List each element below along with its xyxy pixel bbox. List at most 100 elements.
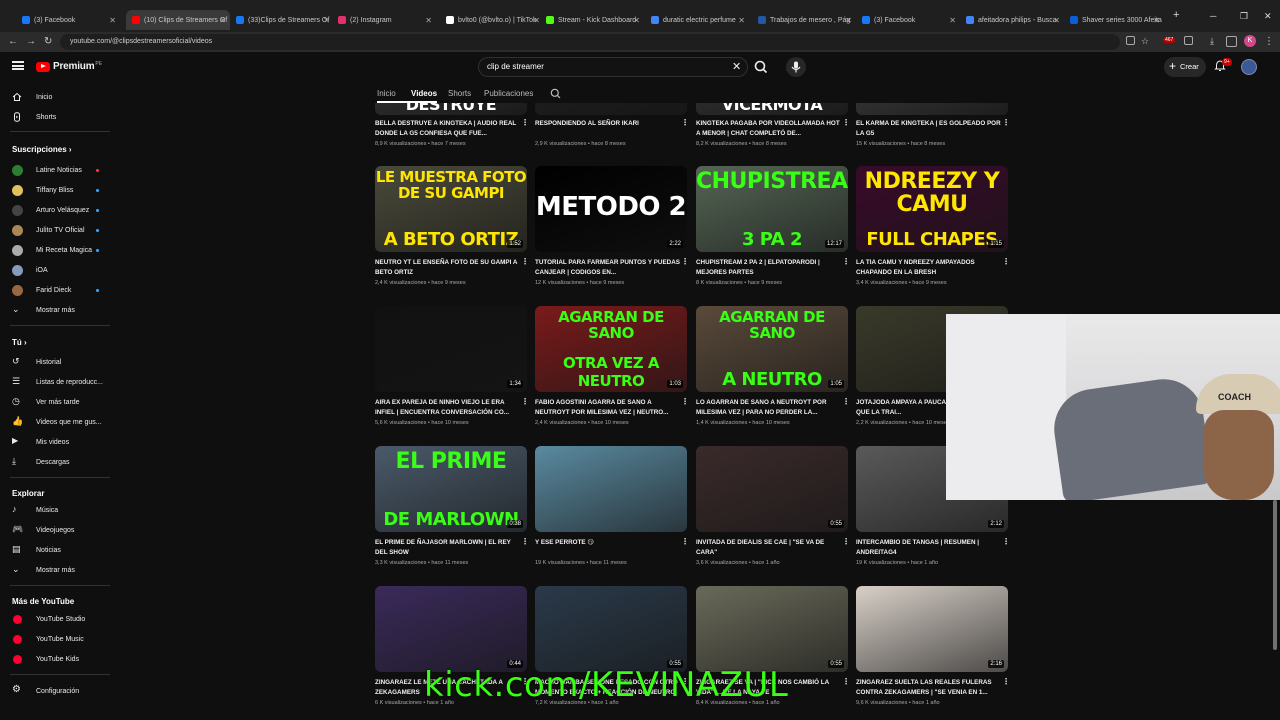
tab-close-icon[interactable]: ✕ xyxy=(633,16,640,25)
sidebar-item-subscription[interactable]: Arturo Velásquez xyxy=(0,201,118,219)
sidebar-item-subscription[interactable]: Julito TV Oficial xyxy=(0,221,118,239)
sidebar-item-gaming[interactable]: 🎮 Videojuegos xyxy=(0,521,118,539)
sidebar-show-more[interactable]: ⌄ Mostrar más xyxy=(0,561,118,579)
youtube-logo[interactable]: Premium PE xyxy=(36,61,102,72)
video-menu-icon[interactable]: ⋮ xyxy=(521,118,529,127)
video-title[interactable]: EL PRIME DE ÑAJASOR MARLOWN | EL REY DEL… xyxy=(375,538,521,557)
tab-close-icon[interactable]: ✕ xyxy=(425,16,432,25)
video-thumbnail[interactable]: NDREEZY Y CAMU FULL CHAPES 1:15 xyxy=(856,166,1008,252)
tab-shorts[interactable]: Shorts xyxy=(448,89,471,98)
video-menu-icon[interactable]: ⋮ xyxy=(681,397,689,406)
browser-tab[interactable]: Shaver series 3000 Afeita ✕ xyxy=(1064,10,1164,30)
sidepanel-icon[interactable] xyxy=(1226,36,1237,47)
video-title[interactable]: INTERCAMBIO DE TANGAS | RESUMEN | ANDREI… xyxy=(856,538,1002,557)
download-icon[interactable]: ⤓ xyxy=(1210,36,1214,47)
browser-menu-icon[interactable]: ⋮ xyxy=(1264,36,1274,47)
video-thumbnail[interactable] xyxy=(535,446,687,532)
sidebar-show-more[interactable]: ⌄ Mostrar más xyxy=(0,301,118,319)
video-title[interactable]: TUTORIAL PARA FARMEAR PUNTOS Y PUEDAS CA… xyxy=(535,258,681,277)
sidebar-item-liked[interactable]: 👍 Videos que me gus... xyxy=(0,413,118,431)
sidebar-item-subscription[interactable]: Tiffany Bliss xyxy=(0,181,118,199)
video-thumbnail[interactable]: AGARRAN DE SANO A NEUTRO 1:05 xyxy=(696,306,848,392)
video-menu-icon[interactable]: ⋮ xyxy=(521,537,529,546)
video-thumbnail[interactable]: LE MUESTRA FOTO DE SU GAMPI A BETO ORTIZ 1… xyxy=(375,166,527,252)
maximize-icon[interactable]: ❐ xyxy=(1240,11,1248,22)
tab-publicaciones[interactable]: Publicaciones xyxy=(484,89,533,98)
you-heading[interactable]: Tú › xyxy=(12,338,27,347)
search-icon[interactable] xyxy=(752,59,770,75)
tab-inicio[interactable]: Inicio xyxy=(377,89,396,98)
video-menu-icon[interactable]: ⋮ xyxy=(521,397,529,406)
video-menu-icon[interactable]: ⋮ xyxy=(1002,257,1010,266)
extension-badge[interactable]: 467 xyxy=(1163,37,1176,43)
browser-tab[interactable]: Trabajos de mesero , Pág ✕ xyxy=(752,10,856,30)
video-menu-icon[interactable]: ⋮ xyxy=(842,397,850,406)
sidebar-item-watch-later[interactable]: ◷ Ver más tarde xyxy=(0,393,118,411)
video-title[interactable]: AIRA EX PAREJA DE NINHO VIEJO LE ERA INF… xyxy=(375,398,521,417)
browser-tab[interactable]: Stream - Kick Dashboard ✕ xyxy=(540,10,644,30)
video-thumbnail[interactable]: 0:55 xyxy=(535,586,687,672)
video-thumbnail[interactable]: EL PRIME DE MARLOWN 0:38 xyxy=(375,446,527,532)
sidebar-item-historial[interactable]: ↺ Historial xyxy=(0,353,118,371)
video-title[interactable]: NEUTRO YT LE ENSEÑA FOTO DE SU GAMPI A B… xyxy=(375,258,521,277)
close-window-icon[interactable]: ✕ xyxy=(1264,11,1272,22)
video-menu-icon[interactable]: ⋮ xyxy=(842,118,850,127)
sidebar-item-subscription[interactable]: Latine Noticias xyxy=(0,161,118,179)
video-thumbnail[interactable]: 1:34 xyxy=(375,306,527,392)
video-title[interactable]: BELLA DESTRUYE A KINGTEKA | AUDIO REAL D… xyxy=(375,119,521,138)
sidebar-item-playlists[interactable]: ☰ Listas de reproducc... xyxy=(0,373,118,391)
video-thumbnail[interactable]: METODO 2 2:22 xyxy=(535,166,687,252)
tab-close-icon[interactable]: ✕ xyxy=(1153,16,1160,25)
video-title[interactable]: Y ESE PERROTE 😏 xyxy=(535,538,681,548)
tab-close-icon[interactable]: ✕ xyxy=(533,16,540,25)
back-icon[interactable]: ← xyxy=(8,36,18,47)
video-title[interactable]: RESPONDIENDO AL SEÑOR IKARI xyxy=(535,119,681,129)
subscriptions-heading[interactable]: Suscripciones › xyxy=(12,145,72,154)
browser-tab[interactable]: afeitadora philips - Busca ✕ xyxy=(960,10,1064,30)
video-menu-icon[interactable]: ⋮ xyxy=(521,257,529,266)
sidebar-item-downloads[interactable]: ⤓ Descargas xyxy=(0,453,118,471)
video-title[interactable]: KINGTEKA PAGABA POR VIDEOLLAMADA HOT A M… xyxy=(696,119,842,138)
sidebar-item-subscription[interactable]: Farid Dieck xyxy=(0,281,118,299)
sidebar-item-youtube-kids[interactable]: YouTube Kids xyxy=(0,650,118,668)
video-menu-icon[interactable]: ⋮ xyxy=(842,677,850,686)
forward-icon[interactable]: → xyxy=(26,36,36,47)
browser-tab[interactable]: (10) Clips de Streamers Of ✕ xyxy=(126,10,230,30)
install-icon[interactable] xyxy=(1126,36,1135,45)
menu-icon[interactable] xyxy=(12,61,24,70)
video-title[interactable]: ZINGARAEZ SUELTA LAS REALES FULERAS CONT… xyxy=(856,678,1002,697)
tab-close-icon[interactable]: ✕ xyxy=(738,16,745,25)
video-thumbnail[interactable] xyxy=(535,103,687,115)
video-menu-icon[interactable]: ⋮ xyxy=(842,257,850,266)
tab-videos[interactable]: Videos xyxy=(411,89,437,98)
video-menu-icon[interactable]: ⋮ xyxy=(1002,677,1010,686)
sidebar-item-subscription[interactable]: iOA xyxy=(0,261,118,279)
browser-tab[interactable]: bvlto0 (@bvlto.o) | TikTok ✕ xyxy=(440,10,544,30)
tab-close-icon[interactable]: ✕ xyxy=(109,16,116,25)
video-thumbnail[interactable]: CHUPISTREAM3 PA 212:17 xyxy=(696,166,848,252)
video-menu-icon[interactable]: ⋮ xyxy=(1002,537,1010,546)
scrollbar-thumb[interactable] xyxy=(1273,500,1277,650)
clear-search-icon[interactable]: ✕ xyxy=(732,60,741,73)
reload-icon[interactable]: ↻ xyxy=(44,36,52,47)
tab-close-icon[interactable]: ✕ xyxy=(219,16,226,25)
video-title[interactable]: FABIO AGOSTINI AGARRA DE SANO A NEUTROYT… xyxy=(535,398,681,417)
channel-search-icon[interactable] xyxy=(550,88,561,99)
sidebar-item-settings[interactable]: ⚙ Configuración xyxy=(0,682,118,700)
tab-close-icon[interactable]: ✕ xyxy=(845,16,852,25)
tab-close-icon[interactable]: ✕ xyxy=(323,16,330,25)
sidebar-item-youtube-studio[interactable]: YouTube Studio xyxy=(0,610,118,628)
avatar[interactable] xyxy=(1241,59,1257,75)
video-thumbnail[interactable] xyxy=(856,103,1008,115)
sidebar-item-shorts[interactable]: Shorts xyxy=(0,108,118,126)
video-thumbnail[interactable]: AGARRAN DE SANO OTRA VEZ A NEUTRO 1:03 xyxy=(535,306,687,392)
url-field[interactable]: youtube.com/@clipsdestreamersoficial/vid… xyxy=(60,34,1120,50)
extensions-icon[interactable] xyxy=(1184,36,1193,45)
video-menu-icon[interactable]: ⋮ xyxy=(1002,118,1010,127)
search-input[interactable]: clip de streamer xyxy=(478,57,748,77)
video-title[interactable]: EL KARMA DE KINGTEKA | ES GOLPEADO POR L… xyxy=(856,119,1002,138)
video-thumbnail[interactable]: 0:44 xyxy=(375,586,527,672)
video-menu-icon[interactable]: ⋮ xyxy=(681,118,689,127)
video-menu-icon[interactable]: ⋮ xyxy=(842,537,850,546)
tab-close-icon[interactable]: ✕ xyxy=(1053,16,1060,25)
